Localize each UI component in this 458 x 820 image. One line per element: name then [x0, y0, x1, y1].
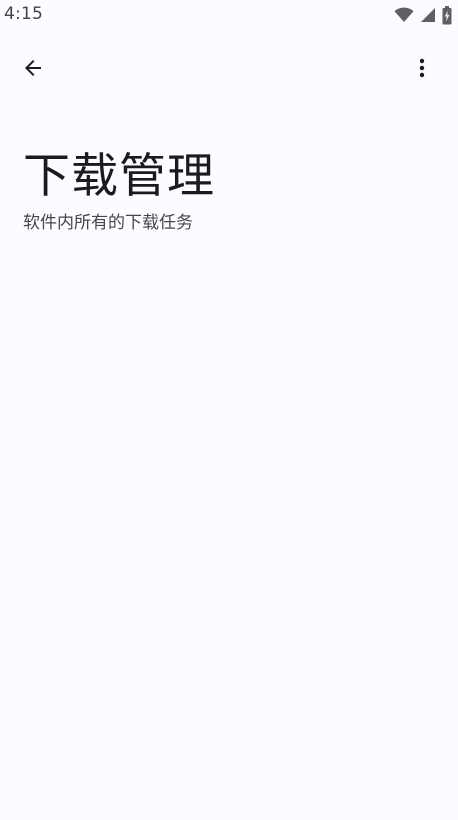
- arrow-back-icon: [21, 56, 45, 84]
- top-app-bar: [0, 44, 458, 98]
- status-time: 4:15: [4, 4, 43, 24]
- more-options-button[interactable]: [400, 48, 444, 92]
- page-header: 下载管理 软件内所有的下载任务: [23, 148, 443, 234]
- page-subtitle: 软件内所有的下载任务: [23, 213, 193, 233]
- signal-icon: [420, 7, 436, 23]
- status-icons: [394, 5, 452, 25]
- more-vert-icon: [410, 56, 434, 84]
- status-bar: 4:15: [0, 0, 458, 30]
- page-title: 下载管理: [23, 149, 215, 204]
- battery-charging-icon: [442, 5, 452, 25]
- wifi-icon: [394, 7, 414, 23]
- back-button[interactable]: [11, 48, 55, 92]
